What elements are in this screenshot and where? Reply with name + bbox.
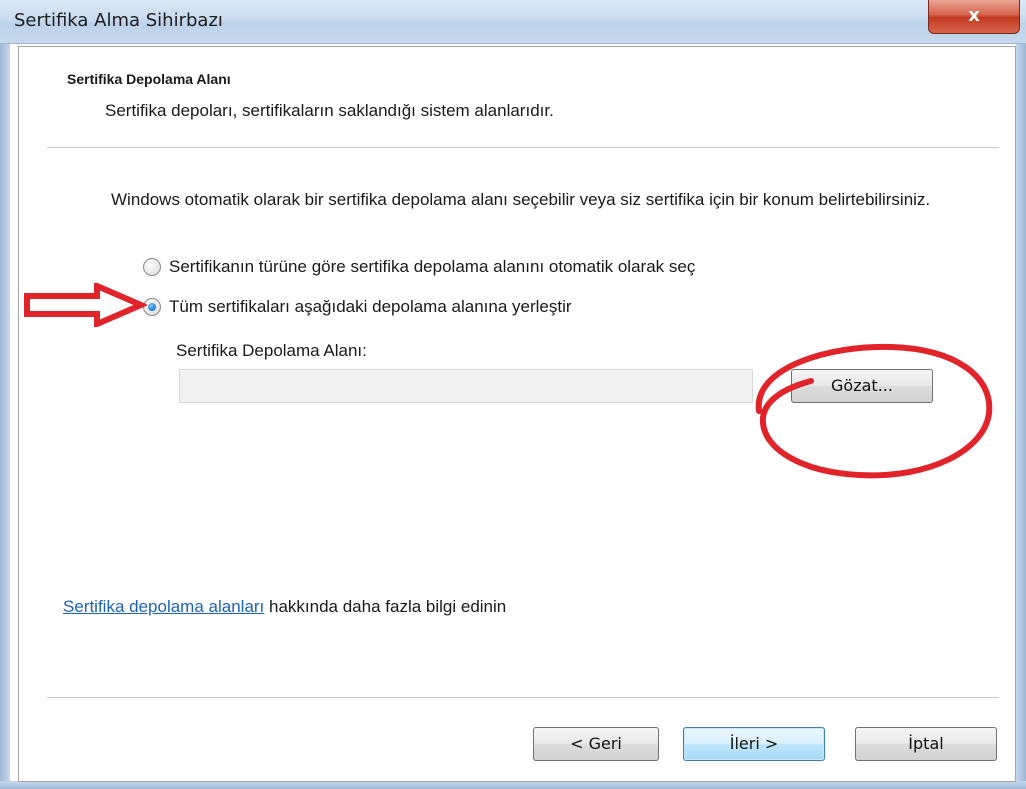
red-arrow-annotation-icon	[24, 283, 147, 327]
footer-divider	[47, 697, 999, 698]
certificate-store-input[interactable]	[179, 369, 753, 403]
page-title: Sertifika Depolama Alanı	[67, 71, 231, 87]
window-frame-right	[1016, 44, 1026, 789]
next-button[interactable]: İleri >	[683, 727, 825, 761]
wizard-content: Sertifika Depolama Alanı Sertifika depol…	[18, 46, 1016, 782]
back-button[interactable]: < Geri	[533, 727, 659, 761]
red-circle-annotation-icon	[755, 343, 993, 479]
store-info-link[interactable]: Sertifika depolama alanları	[63, 597, 264, 616]
radio-label-manual: Tüm sertifikaları aşağıdaki depolama ala…	[169, 297, 572, 316]
radio-button-automatic[interactable]	[143, 258, 161, 276]
window-title: Sertifika Alma Sihirbazı	[14, 10, 223, 31]
close-icon: x	[968, 5, 980, 26]
page-description: Sertifika depoları, sertifikaların sakla…	[105, 101, 554, 120]
info-suffix-text: hakkında daha fazla bilgi edinin	[264, 597, 507, 616]
close-button[interactable]: x	[928, 0, 1020, 34]
header-divider	[47, 147, 999, 148]
radio-option-manual[interactable]: Tüm sertifikaları aşağıdaki depolama ala…	[143, 297, 572, 317]
info-line: Sertifika depolama alanları hakkında dah…	[63, 597, 506, 617]
window-frame-left	[0, 44, 10, 789]
cancel-button[interactable]: İptal	[855, 727, 997, 761]
radio-option-automatic[interactable]: Sertifikanın türüne göre sertifika depol…	[143, 257, 695, 277]
title-bar[interactable]: Sertifika Alma Sihirbazı x	[0, 0, 1026, 44]
store-field-label: Sertifika Depolama Alanı:	[176, 341, 367, 360]
intro-text: Windows otomatik olarak bir sertifika de…	[111, 190, 931, 209]
window-frame-bottom	[0, 781, 1026, 789]
certificate-import-wizard-window: Sertifika Alma Sihirbazı x Sertifika Dep…	[0, 0, 1026, 789]
radio-label-automatic: Sertifikanın türüne göre sertifika depol…	[169, 257, 696, 276]
